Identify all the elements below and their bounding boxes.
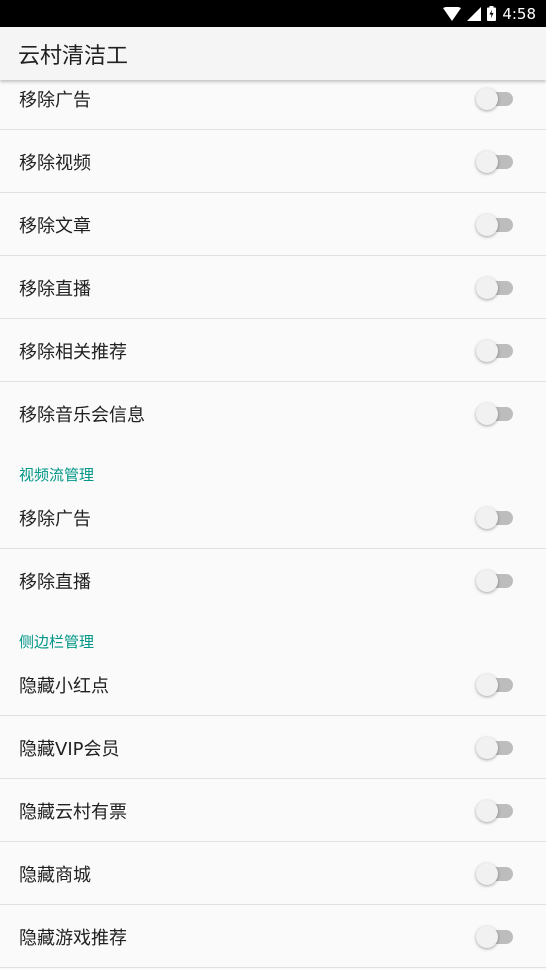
category-header-sidebar: 侧边栏管理 <box>19 633 95 651</box>
setting-label: 移除广告 <box>19 508 91 530</box>
setting-remove-concert[interactable]: 移除音乐会信息 <box>0 382 546 445</box>
status-time: 4:58 <box>502 4 536 23</box>
setting-video-remove-live[interactable]: 移除直播 <box>0 549 546 612</box>
app-title: 云村清洁工 <box>18 43 129 69</box>
setting-label: 移除视频 <box>19 152 91 174</box>
setting-hide-red-dot[interactable]: 隐藏小红点 <box>0 653 546 716</box>
setting-remove-videos[interactable]: 移除视频 <box>0 130 546 193</box>
setting-label: 隐藏商城 <box>19 864 91 886</box>
toggle-switch[interactable] <box>476 339 516 363</box>
setting-label: 隐藏游戏推荐 <box>19 927 127 949</box>
status-bar: 4:58 <box>0 0 546 27</box>
battery-icon <box>487 6 497 21</box>
setting-remove-live[interactable]: 移除直播 <box>0 256 546 319</box>
toggle-switch[interactable] <box>476 213 516 237</box>
setting-hide-tickets[interactable]: 隐藏云村有票 <box>0 779 546 842</box>
setting-label: 移除音乐会信息 <box>19 404 145 426</box>
toggle-switch[interactable] <box>476 673 516 697</box>
setting-label: 移除广告 <box>19 89 91 111</box>
setting-label: 移除直播 <box>19 571 91 593</box>
setting-video-remove-ads[interactable]: 移除广告 <box>0 486 546 549</box>
setting-label: 隐藏小红点 <box>19 675 109 697</box>
setting-label: 移除直播 <box>19 278 91 300</box>
toggle-switch[interactable] <box>476 862 516 886</box>
setting-remove-related[interactable]: 移除相关推荐 <box>0 319 546 382</box>
wifi-icon <box>443 6 462 21</box>
setting-hide-vip[interactable]: 隐藏VIP会员 <box>0 716 546 779</box>
setting-remove-articles[interactable]: 移除文章 <box>0 193 546 256</box>
settings-list[interactable]: 移除广告 移除视频 移除文章 移除直播 移除相关推荐 移除音乐会信息 视频流管理… <box>0 67 546 970</box>
signal-icon <box>467 6 482 21</box>
toggle-switch[interactable] <box>476 925 516 949</box>
toggle-switch[interactable] <box>476 799 516 823</box>
setting-hide-store[interactable]: 隐藏商城 <box>0 842 546 905</box>
setting-hide-game-recommend[interactable]: 隐藏游戏推荐 <box>0 905 546 968</box>
setting-label: 隐藏云村有票 <box>19 801 127 823</box>
divider <box>0 967 546 968</box>
app-bar: 云村清洁工 <box>0 27 546 80</box>
toggle-switch[interactable] <box>476 87 516 111</box>
toggle-switch[interactable] <box>476 150 516 174</box>
toggle-switch[interactable] <box>476 276 516 300</box>
toggle-switch[interactable] <box>476 506 516 530</box>
toggle-switch[interactable] <box>476 736 516 760</box>
setting-label: 隐藏VIP会员 <box>19 738 120 760</box>
category-header-video-feed: 视频流管理 <box>19 466 95 484</box>
toggle-switch[interactable] <box>476 402 516 426</box>
setting-label: 移除文章 <box>19 215 91 237</box>
toggle-switch[interactable] <box>476 569 516 593</box>
setting-label: 移除相关推荐 <box>19 341 127 363</box>
